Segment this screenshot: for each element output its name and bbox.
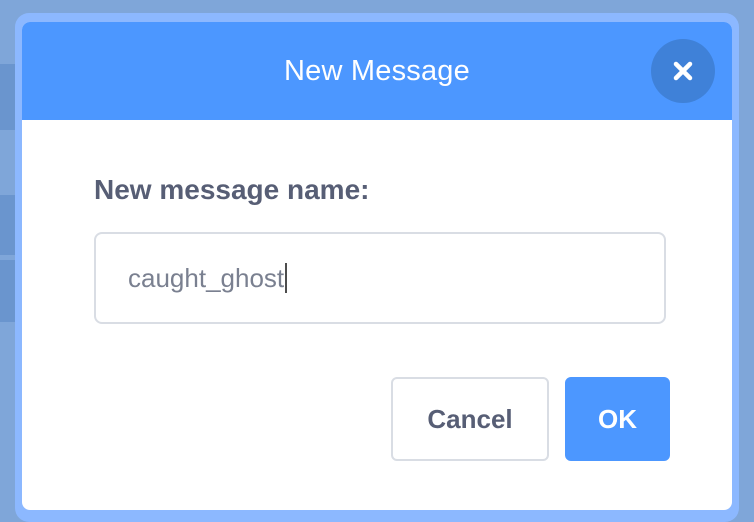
dialog-title: New Message (284, 54, 470, 87)
new-message-dialog: New Message New message name: caught_gho… (22, 22, 732, 510)
message-name-input[interactable]: caught_ghost (94, 232, 666, 324)
close-button[interactable] (651, 39, 715, 103)
ok-button[interactable]: OK (565, 377, 670, 461)
text-caret (285, 263, 288, 293)
message-name-label: New message name: (94, 174, 370, 205)
cancel-button[interactable]: Cancel (391, 377, 549, 461)
dialog-header: New Message (22, 22, 732, 120)
dialog-buttons: Cancel OK (391, 377, 670, 461)
message-name-value: caught_ghost (128, 262, 285, 293)
dialog-body: New message name: caught_ghost (22, 174, 732, 324)
close-icon (673, 61, 693, 81)
